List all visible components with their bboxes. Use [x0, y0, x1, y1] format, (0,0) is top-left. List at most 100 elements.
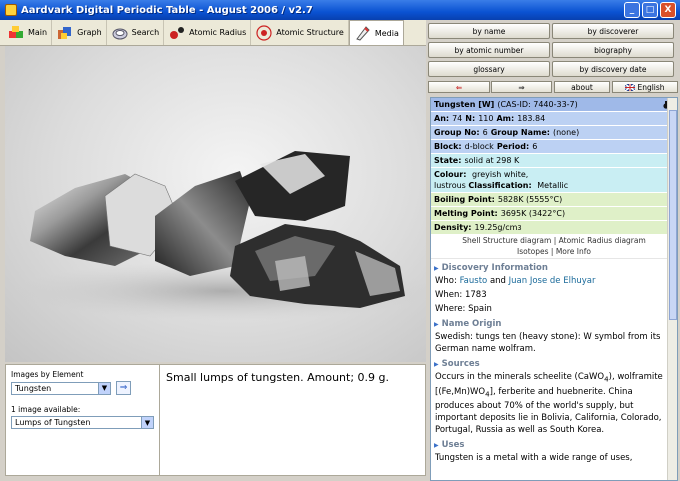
block-row: Block: d-block Period: 6	[431, 140, 677, 153]
triangle-icon: ▶	[434, 441, 439, 449]
tab-atomic-structure-label: Atomic Structure	[276, 28, 344, 37]
biography-button[interactable]: biography	[552, 42, 674, 58]
where-label: Where:	[435, 304, 466, 314]
discovery-where: Where: Spain	[435, 303, 673, 315]
element-header-row: Tungsten [W] (CAS-ID: 7440-33-7)	[431, 98, 677, 111]
glossary-button[interactable]: glossary	[428, 61, 550, 77]
discovery-title: Discovery Information	[441, 263, 548, 273]
block-label: Block:	[434, 142, 462, 151]
where-value: Spain	[468, 304, 492, 314]
minimize-button[interactable]: _	[624, 2, 640, 18]
an-value: 74	[452, 114, 463, 123]
state-row: State: solid at 298 K	[431, 154, 677, 167]
tab-main[interactable]: Main	[3, 20, 53, 45]
link-separator: |	[553, 236, 557, 245]
discoverer-link-1[interactable]: Fausto	[460, 276, 488, 286]
period-value: 6	[532, 142, 538, 151]
chevron-down-icon[interactable]: ▼	[142, 416, 154, 429]
window-title: Aardvark Digital Periodic Table - August…	[21, 4, 313, 16]
group-value: 6	[482, 128, 488, 137]
tab-media[interactable]: Media	[348, 20, 404, 45]
uses-text: Tungsten is a metal with a wide range of…	[435, 453, 633, 464]
by-name-button[interactable]: by name	[428, 23, 550, 39]
melting-row: Melting Point: 3695K (3422°C)	[431, 207, 677, 220]
more-info-link[interactable]: More Info	[556, 247, 591, 256]
state-label: State:	[434, 156, 462, 165]
language-button[interactable]: English	[612, 81, 678, 93]
group-name-value: (none)	[552, 128, 580, 137]
shell-structure-link[interactable]: Shell Structure diagram	[462, 236, 551, 245]
boiling-row: Boiling Point: 5828K (5555°C)	[431, 193, 677, 206]
tab-search[interactable]: Search	[107, 20, 165, 45]
element-select[interactable]: Tungsten	[11, 381, 99, 395]
name-origin-section-header: ▶ Name Origin	[434, 319, 677, 329]
search-icon	[112, 28, 128, 39]
by-discoverer-button[interactable]: by discoverer	[552, 23, 674, 39]
triangle-icon: ▶	[434, 320, 439, 328]
tab-atomic-structure[interactable]: Atomic Structure	[251, 20, 349, 45]
vertical-scrollbar[interactable]	[667, 98, 677, 480]
n-label: N:	[465, 114, 476, 123]
sources-text-4: ], ferberite and	[489, 386, 554, 397]
image-caption-panel: Small lumps of tungsten. Amount; 0.9 g.	[160, 364, 426, 476]
group-name-label: Group Name:	[490, 128, 550, 137]
app-icon	[5, 4, 17, 16]
right-panel: by name by discoverer by atomic number b…	[428, 20, 680, 481]
about-button[interactable]: about	[554, 81, 610, 93]
tab-media-label: Media	[374, 28, 399, 38]
sources-text-2: ),	[608, 372, 615, 382]
classification-value: Metallic	[537, 181, 569, 190]
discovery-when: When: 1783	[435, 289, 673, 301]
group-label: Group No:	[434, 128, 480, 137]
image-caption: Small lumps of tungsten. Amount; 0.9 g.	[166, 371, 390, 384]
an-label: An:	[434, 114, 450, 123]
classification-label: Classification:	[468, 181, 532, 190]
boiling-label: Boiling Point:	[434, 195, 495, 204]
discoverer-link-2[interactable]: Juan Jose de Elhuyar	[509, 276, 596, 286]
when-label: When:	[435, 290, 463, 300]
close-button[interactable]: X	[660, 2, 676, 18]
chevron-down-icon[interactable]: ▼	[99, 381, 111, 395]
atomic-numbers-row: An: 74 N: 110 Am: 183.84	[431, 112, 677, 125]
image-select[interactable]: Lumps of Tungsten	[11, 416, 142, 429]
colour-label: Colour:	[434, 170, 467, 179]
tab-graph-label: Graph	[77, 28, 102, 37]
element-name: Tungsten [W]	[434, 100, 495, 109]
graph-icon	[58, 26, 72, 39]
title-bar: Aardvark Digital Periodic Table - August…	[0, 0, 680, 20]
toolbar: Main Graph Search Atomic Radius Atomic S…	[0, 20, 426, 46]
name-origin-text: Swedish: tungs ten (heavy stone): W symb…	[435, 332, 661, 354]
images-available-label: 1 image available:	[11, 405, 81, 414]
image-selector-panel: Images by Element Tungsten ▼ ⇒ 1 image a…	[5, 364, 160, 476]
n-value: 110	[478, 114, 494, 123]
am-value: 183.84	[517, 114, 546, 123]
melting-label: Melting Point:	[434, 209, 498, 218]
uses-title: Uses	[441, 440, 465, 451]
tab-atomic-radius[interactable]: Atomic Radius	[164, 20, 252, 45]
go-button[interactable]: ⇒	[116, 381, 131, 395]
isotopes-link[interactable]: Isotopes	[517, 247, 549, 256]
by-discovery-date-button[interactable]: by discovery date	[552, 61, 674, 77]
discovery-who: Who: Fausto and Juan Jose de Elhuyar	[435, 275, 673, 287]
back-button[interactable]: ⇐	[428, 81, 490, 93]
atomic-radius-link[interactable]: Atomic Radius diagram	[559, 236, 646, 245]
block-value: d-block	[464, 142, 494, 151]
tab-search-label: Search	[131, 28, 160, 37]
tab-main-label: Main	[28, 28, 48, 37]
group-row: Group No: 6 Group Name: (none)	[431, 126, 677, 139]
forward-button[interactable]: ⇒	[491, 81, 552, 93]
melting-value: 3695K (3422°C)	[500, 209, 566, 218]
tab-graph[interactable]: Graph	[52, 20, 107, 45]
scrollbar-thumb[interactable]	[669, 110, 677, 320]
sources-text: Occurs in the minerals scheelite (CaWO4)…	[435, 371, 673, 436]
uk-flag-icon	[625, 83, 636, 91]
tab-atomic-radius-label: Atomic Radius	[189, 28, 247, 37]
triangle-icon: ▶	[434, 264, 439, 272]
atom-radius-icon	[170, 26, 185, 39]
atom-structure-icon	[256, 24, 272, 41]
sources-text-1: Occurs in the minerals scheelite (CaWO	[435, 372, 605, 382]
by-atomic-number-button[interactable]: by atomic number	[428, 42, 550, 58]
maximize-button[interactable]: □	[642, 2, 658, 18]
diagram-links: Shell Structure diagram | Atomic Radius …	[431, 236, 677, 245]
sources-title: Sources	[441, 359, 480, 369]
